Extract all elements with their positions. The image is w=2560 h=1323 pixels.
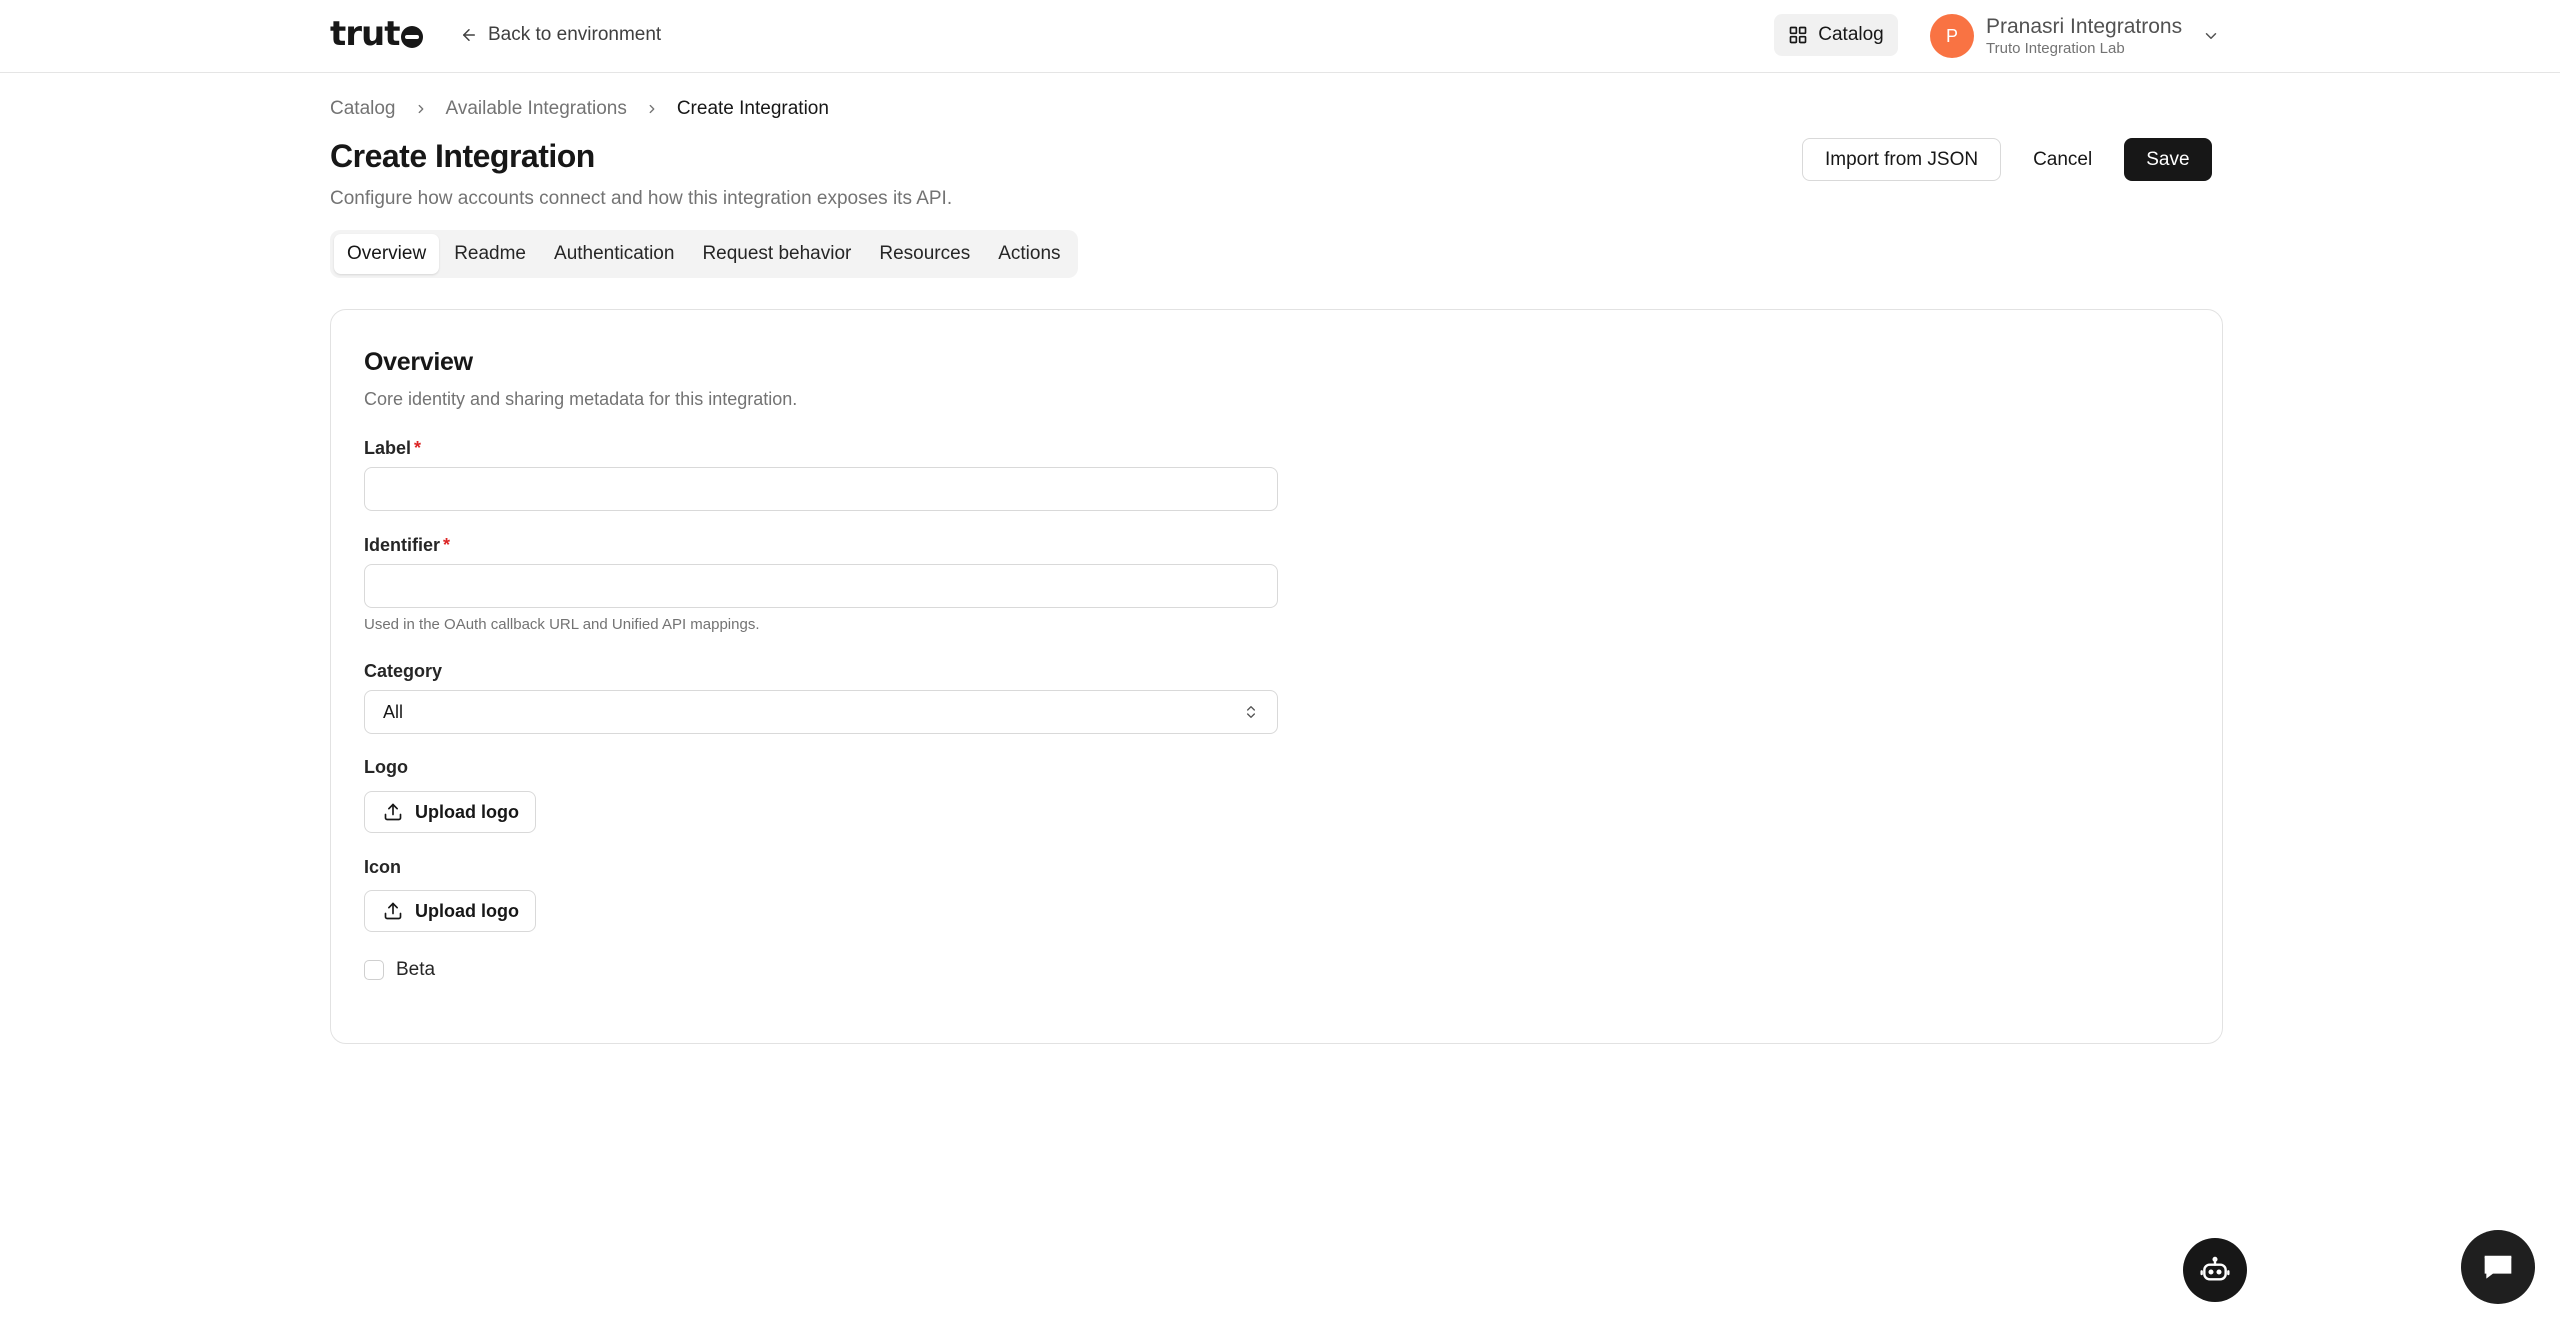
label-field-text: Label: [364, 438, 412, 458]
category-selected-value: All: [383, 701, 404, 722]
account-org: Truto Integration Lab: [1986, 39, 2125, 57]
import-from-json-button[interactable]: Import from JSON: [1802, 138, 2002, 181]
beta-label: Beta: [396, 959, 436, 980]
upload-icon-label: Upload logo: [415, 900, 519, 921]
save-button[interactable]: Save: [2124, 138, 2212, 181]
chevron-down-icon: [2205, 33, 2217, 39]
label-input[interactable]: [364, 467, 1278, 511]
beta-checkbox[interactable]: [364, 960, 384, 980]
tab-list: Overview Readme Authentication Request b…: [330, 230, 1078, 278]
tab-actions[interactable]: Actions: [985, 234, 1073, 274]
grid-icon: [1789, 26, 1807, 44]
category-select[interactable]: All: [364, 690, 1278, 734]
required-mark: *: [414, 438, 422, 458]
upload-logo-label: Upload logo: [415, 801, 519, 822]
upload-icon: [384, 803, 402, 821]
truto-logo[interactable]: trut: [330, 14, 424, 54]
avatar: P: [1930, 14, 1974, 58]
back-link-label: Back to environment: [488, 24, 662, 45]
tab-request-behavior[interactable]: Request behavior: [689, 234, 864, 274]
catalog-button[interactable]: Catalog: [1774, 14, 1898, 56]
breadcrumb-catalog[interactable]: Catalog: [330, 98, 396, 120]
account-switcher[interactable]: P Pranasri Integratrons Truto Integratio…: [1930, 12, 2220, 60]
breadcrumb-available-integrations[interactable]: Available Integrations: [446, 98, 627, 120]
identifier-field-label: Identifier *: [364, 535, 450, 556]
upload-logo-button[interactable]: Upload logo: [364, 791, 536, 833]
tab-overview[interactable]: Overview: [334, 234, 440, 274]
page-title: Create Integration: [330, 138, 595, 174]
identifier-input[interactable]: [364, 564, 1278, 608]
beta-option: Beta: [364, 959, 435, 981]
assistant-bot-button[interactable]: [2183, 1238, 2247, 1302]
account-name: Pranasri Integratrons: [1986, 15, 2183, 39]
logo-text: trut: [330, 14, 400, 54]
account-text: Pranasri Integratrons Truto Integration …: [1986, 14, 2182, 57]
cancel-button[interactable]: Cancel: [2013, 138, 2112, 181]
tab-authentication[interactable]: Authentication: [541, 234, 687, 274]
catalog-button-label: Catalog: [1818, 24, 1884, 45]
top-navbar: trut Back to environment Catalog P Prana…: [0, 0, 2560, 73]
identifier-field-text: Identifier: [364, 535, 441, 555]
bot-icon: [2200, 1256, 2230, 1281]
upload-icon-button[interactable]: Upload logo: [364, 890, 536, 932]
identifier-helper-text: Used in the OAuth callback URL and Unifi…: [364, 616, 760, 633]
tab-resources[interactable]: Resources: [866, 234, 983, 274]
chevron-right-icon: [645, 102, 659, 116]
overview-title: Overview: [364, 348, 473, 376]
arrow-left-icon: [463, 29, 475, 41]
label-field-label: Label *: [364, 438, 421, 459]
logo-mark: [401, 26, 424, 48]
chevrons-up-down-icon: [1247, 706, 1255, 718]
overview-subtitle: Core identity and sharing metadata for t…: [364, 389, 798, 409]
tab-readme[interactable]: Readme: [441, 234, 539, 274]
page-subtitle: Configure how accounts connect and how t…: [330, 188, 953, 209]
support-chat-button[interactable]: [2461, 1230, 2535, 1304]
chat-icon: [2484, 1255, 2512, 1279]
back-to-environment-link[interactable]: Back to environment: [460, 20, 661, 50]
upload-icon: [384, 902, 402, 920]
required-mark: *: [443, 535, 451, 555]
category-field-label: Category: [364, 661, 443, 681]
header-actions: Import from JSON Cancel Save: [1802, 138, 2212, 181]
breadcrumb: Catalog Available Integrations Create In…: [330, 96, 829, 122]
chevron-right-icon: [414, 102, 428, 116]
icon-field-label: Icon: [364, 857, 402, 877]
overview-card: Overview Core identity and sharing metad…: [330, 309, 2223, 1044]
logo-field-label: Logo: [364, 757, 408, 777]
breadcrumb-current: Create Integration: [676, 98, 829, 119]
